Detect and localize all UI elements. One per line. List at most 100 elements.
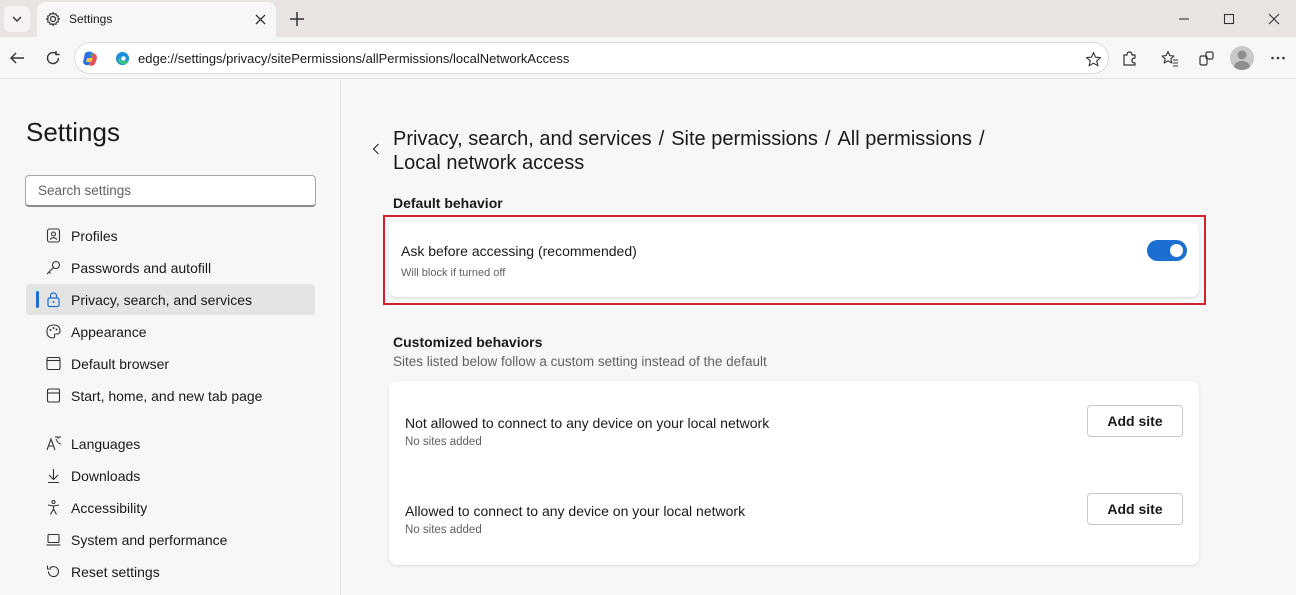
allowed-status: No sites added: [405, 524, 482, 536]
sidebar-item-label: Privacy, search, and services: [71, 292, 253, 308]
close-tab-button[interactable]: [251, 10, 269, 28]
address-bar[interactable]: edge://settings/privacy/sitePermissions/…: [74, 42, 1109, 74]
breadcrumb: Privacy, search, and services / Site permi…: [393, 127, 1033, 175]
accessibility-icon: [47, 499, 60, 515]
breadcrumb-item[interactable]: All permissions: [837, 128, 971, 150]
maximize-icon: [1223, 13, 1235, 25]
edge-icon: [115, 51, 130, 66]
refresh-button[interactable]: [40, 45, 66, 71]
sidebar-item-default-browser[interactable]: Default browser: [26, 348, 315, 379]
settings-and-more-button[interactable]: [1265, 45, 1291, 71]
arrow-left-icon: [10, 52, 24, 64]
ask-before-accessing-label: Ask before accessing (recommended): [401, 243, 637, 259]
allowed-title: Allowed to connect to any device on your…: [405, 503, 746, 519]
sidebar-item-languages[interactable]: Languages: [26, 428, 315, 459]
laptop-icon: [46, 533, 61, 546]
chevron-down-icon: [12, 16, 22, 22]
sidebar-item-privacy[interactable]: Privacy, search, and services: [26, 284, 315, 315]
sidebar-item-label: System and performance: [71, 532, 228, 548]
lock-icon: [47, 292, 60, 308]
languages-icon: [46, 436, 62, 451]
sidebar-item-label: Accessibility: [71, 500, 148, 516]
toggle-knob: [1170, 244, 1183, 257]
breadcrumb-item[interactable]: Site permissions: [671, 128, 818, 150]
favorites-button[interactable]: [1157, 45, 1183, 71]
settings-sidebar: Settings Profiles Passwords and autofill…: [0, 80, 341, 595]
sidebar-item-downloads[interactable]: Downloads: [26, 460, 315, 491]
download-icon: [48, 469, 59, 484]
back-to-all-permissions-button[interactable]: [369, 140, 383, 158]
settings-title: Settings: [26, 117, 120, 147]
close-icon: [255, 14, 265, 24]
ask-before-accessing-toggle[interactable]: [1147, 240, 1187, 261]
tab-settings[interactable]: Settings: [37, 2, 276, 37]
tab-strip: Settings: [0, 0, 1296, 37]
sidebar-item-reset[interactable]: Reset settings: [26, 556, 315, 587]
breadcrumb-separator: /: [978, 128, 985, 150]
minimize-button[interactable]: [1167, 6, 1201, 32]
minimize-icon: [1179, 18, 1189, 20]
puzzle-icon: [1122, 50, 1136, 66]
breadcrumb-separator: /: [824, 128, 831, 150]
customized-behaviors-heading: Customized behaviors: [393, 334, 543, 350]
browser-toolbar: edge://settings/privacy/sitePermissions/…: [0, 37, 1296, 79]
allowed-row: Allowed to connect to any device on your…: [405, 493, 1185, 563]
close-window-button[interactable]: [1257, 6, 1291, 32]
key-icon: [46, 260, 61, 275]
default-behavior-heading: Default behavior: [393, 195, 503, 211]
person-icon: [1233, 50, 1251, 70]
tab-title: Settings: [69, 12, 113, 26]
ask-before-accessing-description: Will block if turned off: [401, 267, 506, 279]
collections-button[interactable]: [1193, 45, 1219, 71]
sidebar-item-label: Reset settings: [71, 564, 160, 580]
chevron-left-icon: [372, 143, 379, 155]
profile-avatar[interactable]: [1230, 46, 1254, 70]
sidebar-item-appearance[interactable]: Appearance: [26, 316, 315, 347]
maximize-button[interactable]: [1212, 6, 1246, 32]
copilot-icon[interactable]: [81, 50, 99, 68]
default-behavior-card: Ask before accessing (recommended) Will …: [389, 222, 1199, 297]
breadcrumb-separator: /: [658, 128, 665, 150]
sidebar-item-start-home[interactable]: Start, home, and new tab page: [26, 380, 315, 411]
sidebar-item-label: Languages: [71, 436, 141, 452]
refresh-icon: [46, 51, 60, 65]
back-button[interactable]: [4, 45, 30, 71]
not-allowed-status: No sites added: [405, 436, 482, 448]
reset-icon: [46, 565, 59, 578]
add-site-not-allowed-button[interactable]: Add site: [1087, 405, 1183, 437]
browser-icon: [46, 356, 61, 371]
sidebar-item-label: Default browser: [71, 356, 170, 372]
new-tab-button[interactable]: [286, 8, 308, 30]
main-content: Privacy, search, and services / Site permi…: [342, 80, 1296, 595]
home-page-icon: [46, 388, 61, 403]
customized-behaviors-description: Sites listed below follow a custom setti…: [393, 354, 767, 369]
breadcrumb-current: Local network access: [393, 152, 585, 174]
search-settings-input[interactable]: [26, 176, 315, 205]
profile-icon: [46, 228, 61, 243]
not-allowed-title: Not allowed to connect to any device on …: [405, 415, 770, 431]
add-favorite-button[interactable]: [1083, 49, 1103, 69]
gear-icon: [45, 11, 61, 27]
breadcrumb-item[interactable]: Privacy, search, and services: [393, 128, 652, 150]
add-site-allowed-button[interactable]: Add site: [1087, 493, 1183, 525]
sidebar-item-label: Appearance: [71, 324, 147, 340]
collections-icon: [1198, 50, 1214, 66]
sidebar-item-accessibility[interactable]: Accessibility: [26, 492, 315, 523]
sidebar-item-label: Downloads: [71, 468, 141, 484]
close-icon: [1268, 13, 1280, 25]
palette-icon: [46, 324, 61, 339]
star-icon: [1085, 51, 1101, 66]
url-text: edge://settings/privacy/sitePermissions/…: [138, 51, 570, 66]
extensions-button[interactable]: [1116, 45, 1142, 71]
customized-behaviors-card: Not allowed to connect to any device on …: [389, 381, 1199, 565]
sidebar-item-system[interactable]: System and performance: [26, 524, 315, 555]
sidebar-item-profiles[interactable]: Profiles: [26, 220, 315, 251]
plus-icon: [290, 12, 304, 26]
search-settings-box[interactable]: [25, 175, 316, 207]
not-allowed-row: Not allowed to connect to any device on …: [405, 405, 1185, 475]
sidebar-item-label: Passwords and autofill: [71, 260, 212, 276]
sidebar-item-passwords[interactable]: Passwords and autofill: [26, 252, 315, 283]
tab-actions-menu-button[interactable]: [4, 6, 30, 32]
sidebar-item-label: Start, home, and new tab page: [71, 388, 263, 404]
sidebar-item-label: Profiles: [71, 228, 118, 244]
